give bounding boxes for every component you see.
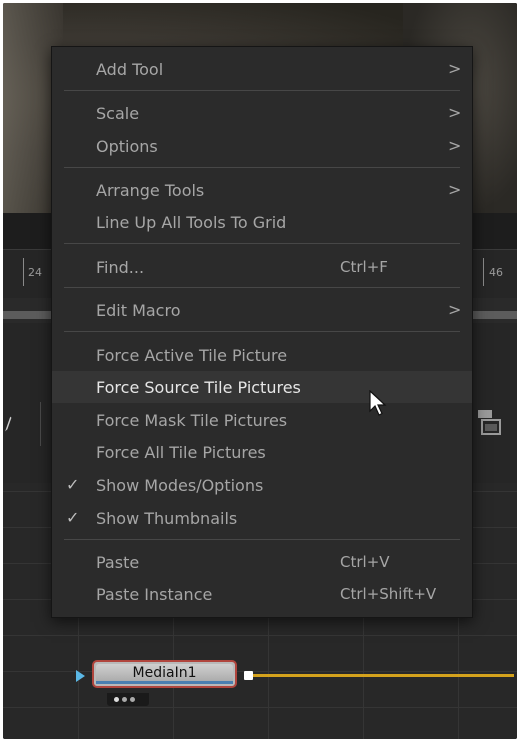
menu-item-force-mask-tile[interactable]: Force Mask Tile Pictures <box>52 404 472 436</box>
node-selected-bar <box>96 681 233 684</box>
chevron-right-icon: > <box>448 136 462 155</box>
timeline-tick-label-left: 24 <box>28 266 42 279</box>
chevron-right-icon: > <box>448 300 462 319</box>
chevron-right-icon: > <box>448 59 462 78</box>
menu-item-arrange-tools[interactable]: Arrange Tools > <box>52 174 472 206</box>
menu-item-label: Find... <box>96 258 145 277</box>
output-port[interactable] <box>244 671 253 680</box>
dot-icon <box>130 697 135 702</box>
menu-item-edit-macro[interactable]: Edit Macro > <box>52 294 472 326</box>
node-connection-line <box>248 674 514 677</box>
menu-separator <box>64 243 460 244</box>
menu-item-label: Paste <box>96 553 140 572</box>
chevron-right-icon: > <box>448 103 462 122</box>
menu-item-label: Force Mask Tile Pictures <box>96 411 288 430</box>
menu-item-add-tool[interactable]: Add Tool > <box>52 53 472 85</box>
menu-separator <box>64 331 460 332</box>
menu-separator <box>64 90 460 91</box>
mouse-pointer-icon <box>369 390 387 416</box>
menu-item-show-thumbnails[interactable]: ✓ Show Thumbnails <box>52 502 472 534</box>
timeline-tick-label-right: 46 <box>489 266 503 279</box>
mediain-node[interactable]: MediaIn1 <box>92 660 237 688</box>
dot-icon <box>114 697 119 702</box>
menu-separator <box>64 167 460 168</box>
checkmark-icon: ✓ <box>66 508 80 527</box>
menu-item-label: Line Up All Tools To Grid <box>96 213 287 232</box>
menu-item-shortcut: Ctrl+V <box>340 553 390 571</box>
checkmark-icon: ✓ <box>66 475 80 494</box>
menu-item-scale[interactable]: Scale > <box>52 97 472 129</box>
menu-item-label: Scale <box>96 104 140 123</box>
menu-separator <box>64 287 460 288</box>
menu-item-paste-instance[interactable]: Paste Instance Ctrl+Shift+V <box>52 578 472 610</box>
menu-item-label: Paste Instance <box>96 585 213 604</box>
timeline-tick <box>483 258 484 286</box>
chevron-right-icon: > <box>448 180 462 199</box>
menu-item-label: Force Source Tile Pictures <box>96 378 301 397</box>
menu-item-label: Force Active Tile Picture <box>96 346 288 365</box>
menu-item-label: Edit Macro <box>96 301 181 320</box>
timeline-tick <box>23 258 24 286</box>
menu-item-force-source-tile[interactable]: Force Source Tile Pictures <box>52 371 472 403</box>
menu-item-force-all-tile[interactable]: Force All Tile Pictures <box>52 436 472 468</box>
dot-icon <box>122 697 127 702</box>
menu-item-label: Add Tool <box>96 60 164 79</box>
menu-item-force-active-tile[interactable]: Force Active Tile Picture <box>52 339 472 371</box>
menu-item-shortcut: Ctrl+F <box>340 258 388 276</box>
menu-item-label: Show Modes/Options <box>96 476 264 495</box>
input-arrow-icon <box>76 670 85 682</box>
menu-item-label: Show Thumbnails <box>96 509 238 528</box>
menu-item-line-up-tools[interactable]: Line Up All Tools To Grid <box>52 206 472 238</box>
menu-item-shortcut: Ctrl+Shift+V <box>340 585 437 603</box>
toolbar-divider <box>40 402 41 446</box>
paint-brush-icon[interactable] <box>4 410 12 438</box>
tile-picture-icon[interactable] <box>476 408 504 438</box>
menu-item-find[interactable]: Find... Ctrl+F <box>52 251 472 283</box>
menu-separator <box>64 539 460 540</box>
menu-item-show-modes-options[interactable]: ✓ Show Modes/Options <box>52 469 472 501</box>
menu-item-label: Arrange Tools <box>96 181 205 200</box>
node-thumbnail-toggle[interactable] <box>107 693 149 706</box>
menu-item-paste[interactable]: Paste Ctrl+V <box>52 546 472 578</box>
menu-item-label: Force All Tile Pictures <box>96 443 266 462</box>
menu-item-options[interactable]: Options > <box>52 130 472 162</box>
menu-item-label: Options <box>96 137 158 156</box>
context-menu: Add Tool > Scale > Options > Arrange Too… <box>51 46 473 618</box>
